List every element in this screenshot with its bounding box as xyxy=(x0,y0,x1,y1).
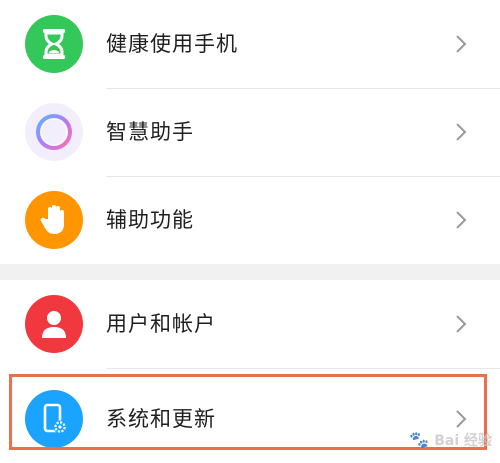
settings-item-smart-assistant[interactable]: 智慧助手 xyxy=(0,88,500,176)
chevron-right-icon xyxy=(456,315,467,333)
settings-item-label: 辅助功能 xyxy=(106,208,194,232)
user-icon xyxy=(25,295,83,353)
paw-icon: 🐾 xyxy=(409,430,430,449)
chevron-right-icon xyxy=(456,35,467,53)
settings-item-accessibility[interactable]: 辅助功能 xyxy=(0,176,500,264)
hand-icon xyxy=(25,191,83,249)
watermark: 🐾 Bai 经验 xyxy=(409,430,492,450)
settings-item-label: 智慧助手 xyxy=(106,120,194,144)
settings-item-label: 健康使用手机 xyxy=(106,32,238,56)
watermark-text: Bai 经验 xyxy=(434,433,492,449)
chevron-right-icon xyxy=(456,123,467,141)
chevron-right-icon xyxy=(456,211,467,229)
settings-item-healthy-phone-use[interactable]: 健康使用手机 xyxy=(0,0,500,88)
smart-assistant-ring-icon xyxy=(25,103,83,161)
settings-group-1: 健康使用手机 智慧助手 辅助功能 xyxy=(0,0,500,264)
settings-item-users-accounts[interactable]: 用户和帐户 xyxy=(0,280,500,368)
settings-item-label: 用户和帐户 xyxy=(106,312,216,336)
hourglass-icon xyxy=(25,15,83,73)
section-separator xyxy=(0,264,500,280)
divider xyxy=(106,368,500,369)
